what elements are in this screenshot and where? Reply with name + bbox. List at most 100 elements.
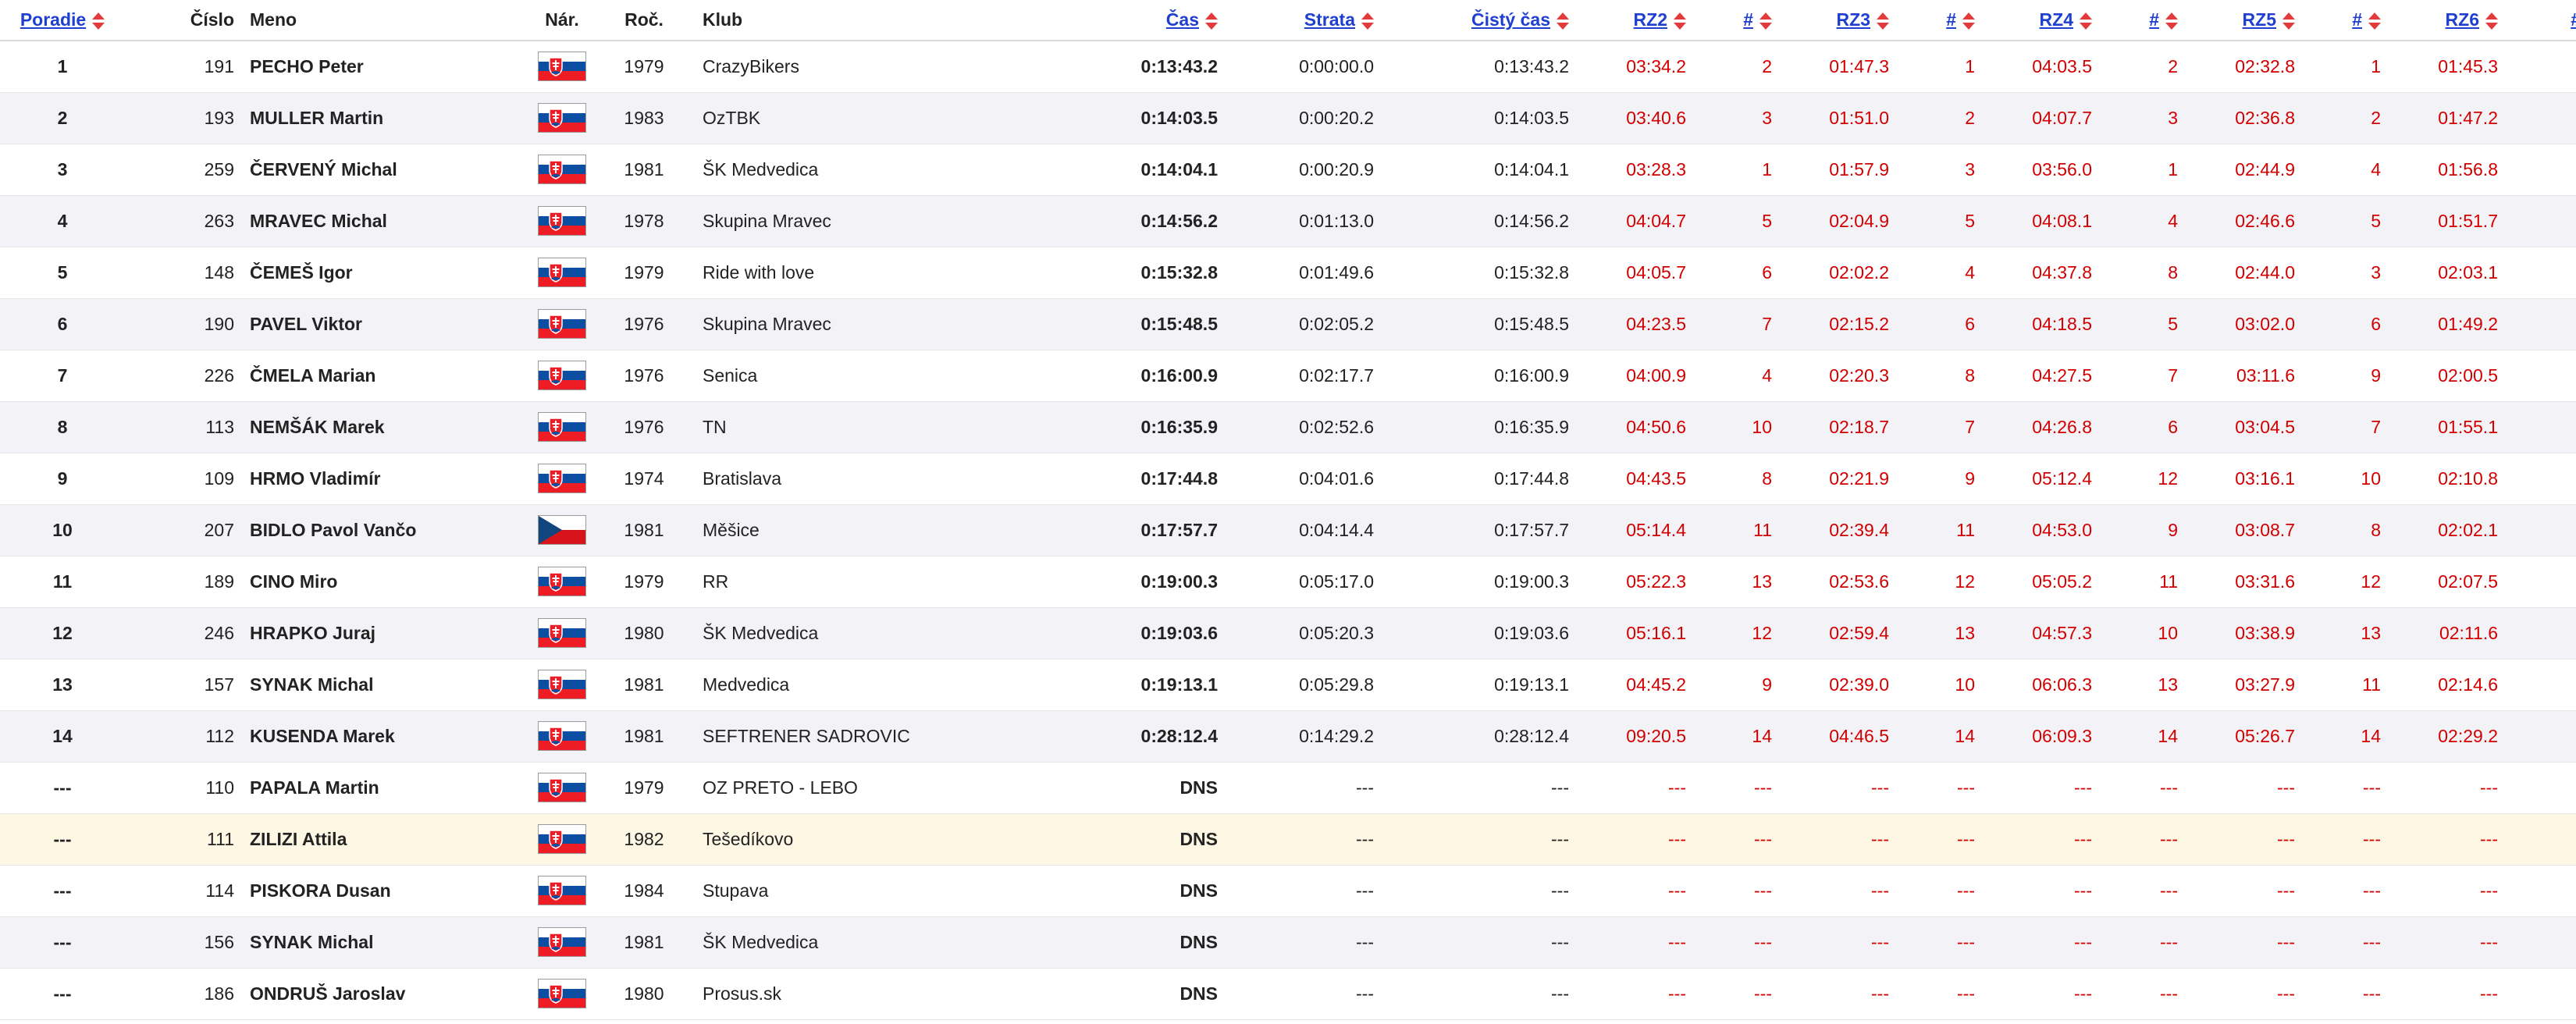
cell-cisty-cas: 0:16:00.9 xyxy=(1494,364,1569,386)
cell-rz4-pos: --- xyxy=(2160,828,2178,849)
cell-meno: ONDRUŠ Jaroslav xyxy=(250,983,406,1004)
cell-cas: 0:15:32.8 xyxy=(1140,261,1218,283)
cell-rz5: 03:04.5 xyxy=(2235,416,2295,437)
cell-rz5-pos: 3 xyxy=(2371,261,2381,283)
header-rz5[interactable]: RZ5 xyxy=(2194,0,2311,41)
cell-rz6-pos: 12 xyxy=(2514,607,2576,659)
header-rz4-pos[interactable]: # xyxy=(2108,0,2194,41)
cell-nar xyxy=(523,298,601,350)
sort-arrows-icon[interactable] xyxy=(2165,12,2178,30)
header-rz6-link[interactable]: RZ6 xyxy=(2446,9,2479,30)
header-rz6-pos-link[interactable]: # xyxy=(2571,9,2576,30)
header-rz3-pos-link[interactable]: # xyxy=(1946,9,1956,30)
cell-rz5-pos: 10 xyxy=(2361,468,2381,489)
cell-rz2-pos: 7 xyxy=(1762,313,1772,334)
cell-cisty-cas: 0:16:35.9 xyxy=(1494,416,1569,437)
cell-rz2-pos: 4 xyxy=(1762,364,1772,386)
header-rz2[interactable]: RZ2 xyxy=(1585,0,1702,41)
cell-rz5: 02:32.8 xyxy=(2235,55,2295,76)
header-rz4[interactable]: RZ4 xyxy=(1991,0,2108,41)
cell-rz4-pos: 2 xyxy=(2168,55,2178,76)
slovak-flag-icon xyxy=(538,979,586,1008)
cell-rz3-pos: 1 xyxy=(1965,55,1975,76)
header-rz2-pos-link[interactable]: # xyxy=(1743,9,1753,30)
slovak-flag-icon xyxy=(538,52,586,82)
header-rz3-pos[interactable]: # xyxy=(1905,0,1991,41)
cell-roc: 1979 xyxy=(624,55,664,76)
header-cas-link[interactable]: Čas xyxy=(1166,9,1199,30)
header-rz6-pos[interactable]: # xyxy=(2514,0,2576,41)
cell-rz4-pos: 7 xyxy=(2168,364,2178,386)
cell-strata: 0:02:05.2 xyxy=(1299,313,1374,334)
sort-arrows-icon[interactable] xyxy=(2368,12,2381,30)
cell-rz5: --- xyxy=(2277,983,2295,1004)
cell-rz2: 04:43.5 xyxy=(1626,468,1686,489)
cell-cisty-cas: --- xyxy=(1551,880,1569,901)
cell-rz4-pos: 1 xyxy=(2168,158,2178,180)
sort-arrows-icon[interactable] xyxy=(92,12,105,30)
header-rz3-link[interactable]: RZ3 xyxy=(1837,9,1870,30)
cell-rz5: 02:36.8 xyxy=(2235,107,2295,128)
sort-arrows-icon[interactable] xyxy=(1557,12,1569,30)
cell-poradie: --- xyxy=(53,880,72,901)
table-row: 14 112 KUSENDA Marek 1981 SEFTRENER SADROVIC… xyxy=(0,710,2576,762)
cell-rz5-pos: 13 xyxy=(2361,622,2381,643)
cell-klub: TN xyxy=(703,416,727,437)
cell-rz3: 02:18.7 xyxy=(1829,416,1889,437)
cell-nar xyxy=(523,865,601,916)
cell-roc: 1980 xyxy=(624,983,664,1004)
header-rz2-pos[interactable]: # xyxy=(1702,0,1788,41)
header-strata-link[interactable]: Strata xyxy=(1304,9,1355,30)
cell-rz6-pos: 14 xyxy=(2514,710,2576,762)
cell-meno: MULLER Martin xyxy=(250,107,384,128)
cell-cislo: 112 xyxy=(205,725,234,746)
cell-cisty-cas: 0:13:43.2 xyxy=(1494,55,1569,76)
cell-cisty-cas: 0:14:03.5 xyxy=(1494,107,1569,128)
sort-arrows-icon[interactable] xyxy=(1962,12,1975,30)
sort-arrows-icon[interactable] xyxy=(1205,12,1218,30)
sort-arrows-icon[interactable] xyxy=(1674,12,1686,30)
cell-klub: CrazyBikers xyxy=(703,55,799,76)
cell-rz4-pos: --- xyxy=(2160,983,2178,1004)
cell-roc: 1980 xyxy=(624,622,664,643)
header-rz4-link[interactable]: RZ4 xyxy=(2040,9,2073,30)
header-rz6[interactable]: RZ6 xyxy=(2396,0,2514,41)
header-cas[interactable]: Čas xyxy=(1015,0,1233,41)
cell-roc: 1982 xyxy=(624,828,664,849)
header-strata[interactable]: Strata xyxy=(1233,0,1389,41)
sort-arrows-icon[interactable] xyxy=(2282,12,2295,30)
header-rz4-pos-link[interactable]: # xyxy=(2149,9,2159,30)
header-cislo: Číslo xyxy=(125,0,234,41)
table-row: 9 109 HRMO Vladimír 1974 Bratislava 0:17:44.8… xyxy=(0,453,2576,504)
cell-meno: CINO Miro xyxy=(250,571,338,592)
sort-arrows-icon[interactable] xyxy=(1361,12,1374,30)
cell-poradie: 7 xyxy=(57,364,68,386)
header-cisty-cas[interactable]: Čistý čas xyxy=(1389,0,1585,41)
header-roc: Roč. xyxy=(601,0,687,41)
header-rz5-pos-link[interactable]: # xyxy=(2352,9,2362,30)
cell-klub: OzTBK xyxy=(703,107,761,128)
header-poradie[interactable]: Poradie xyxy=(0,0,125,41)
cell-meno: HRAPKO Juraj xyxy=(250,622,376,643)
cell-rz5-pos: --- xyxy=(2363,880,2381,901)
cell-cas: 0:28:12.4 xyxy=(1140,725,1218,746)
sort-arrows-icon[interactable] xyxy=(1759,12,1772,30)
header-nar: Nár. xyxy=(523,0,601,41)
sort-arrows-icon[interactable] xyxy=(1877,12,1889,30)
header-cisty-cas-link[interactable]: Čistý čas xyxy=(1471,9,1550,30)
table-row: 7 226 ČMELA Marian 1976 Senica 0:16:00.9 0:02:… xyxy=(0,350,2576,401)
slovak-flag-icon xyxy=(538,103,586,133)
header-rz5-link[interactable]: RZ5 xyxy=(2243,9,2276,30)
cell-roc: 1974 xyxy=(624,468,664,489)
sort-arrows-icon[interactable] xyxy=(2485,12,2498,30)
cell-rz3-pos: 6 xyxy=(1965,313,1975,334)
cell-rz3: 02:15.2 xyxy=(1829,313,1889,334)
header-poradie-link[interactable]: Poradie xyxy=(20,9,86,30)
cell-rz3-pos: 14 xyxy=(1955,725,1975,746)
header-rz2-link[interactable]: RZ2 xyxy=(1634,9,1667,30)
header-rz3[interactable]: RZ3 xyxy=(1788,0,1905,41)
sort-arrows-icon[interactable] xyxy=(2080,12,2092,30)
cell-rz3: 01:47.3 xyxy=(1829,55,1889,76)
cell-rz3-pos: --- xyxy=(1957,880,1975,901)
header-rz5-pos[interactable]: # xyxy=(2311,0,2396,41)
